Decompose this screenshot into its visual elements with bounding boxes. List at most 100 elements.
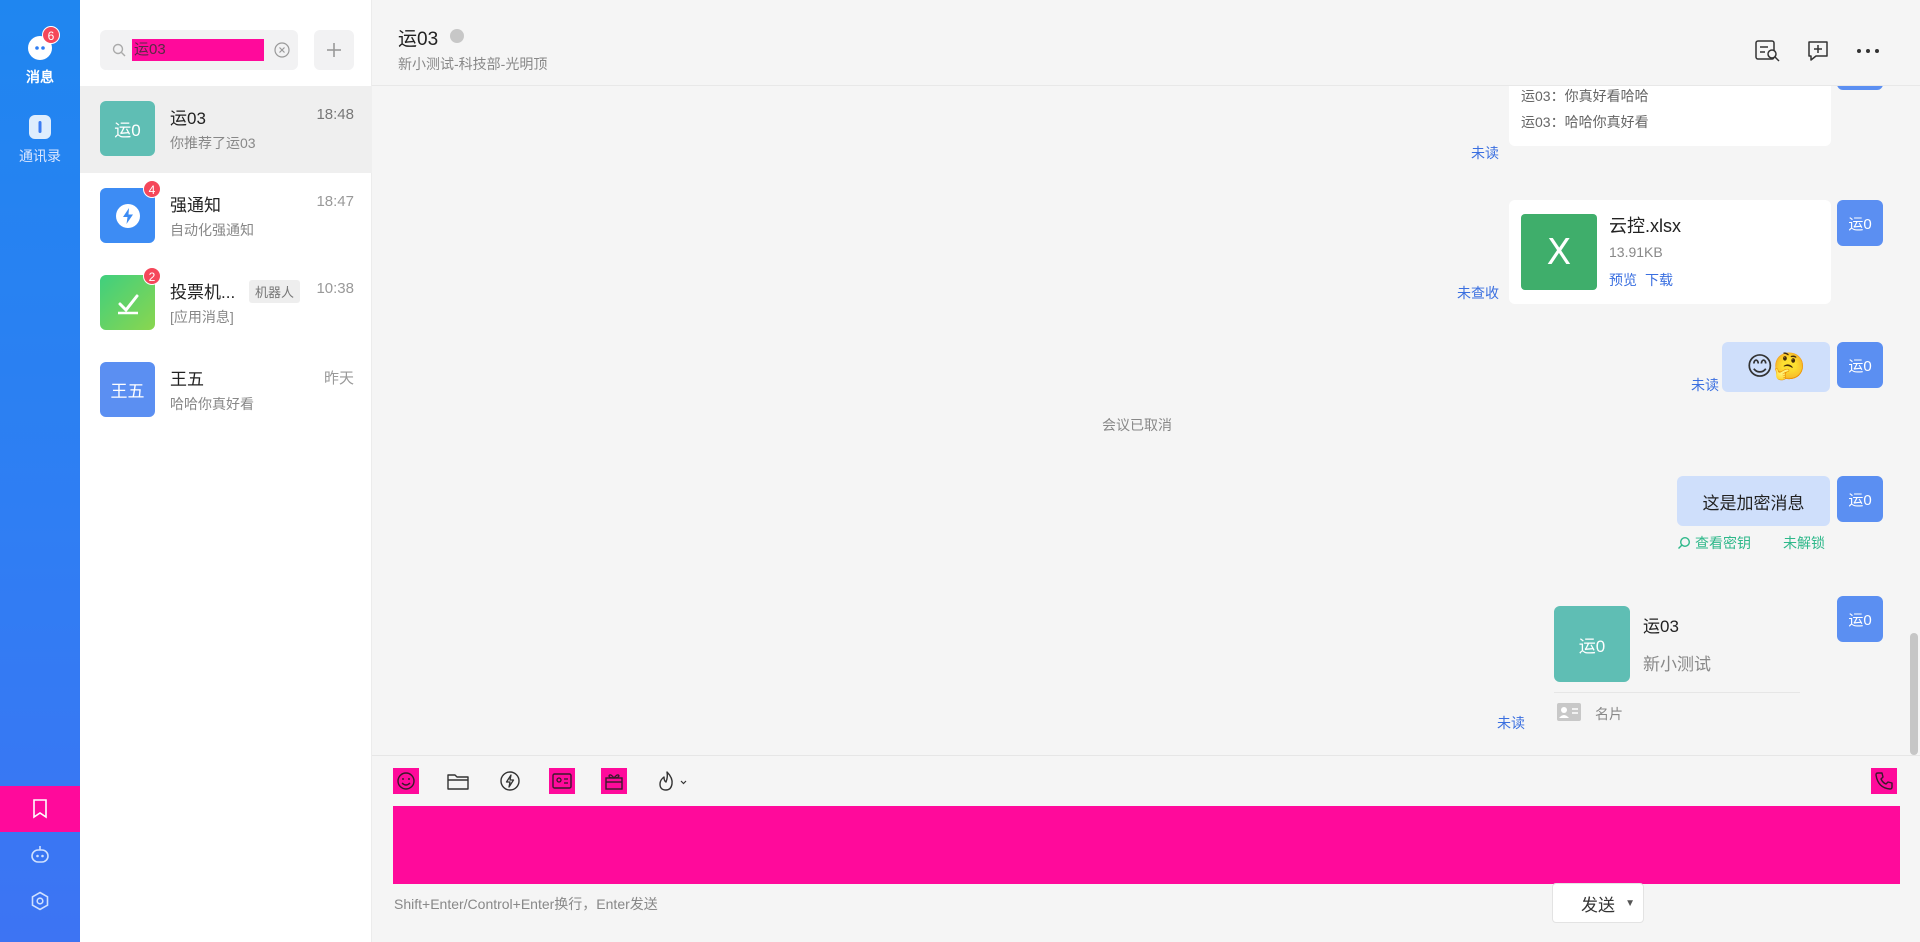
avatar: 王五 (100, 362, 155, 417)
strong-notify-button[interactable] (497, 768, 523, 794)
search-box[interactable]: 运03 (100, 30, 298, 70)
encrypted-bubble[interactable]: 这是加密消息 (1677, 476, 1830, 526)
conversation-item[interactable]: 4 强通知 18:47 自动化强通知 (80, 173, 372, 260)
read-status: 未查收 (1457, 285, 1499, 301)
rail-messages[interactable]: 6 消息 (0, 26, 80, 87)
conversation-name: 强通知 (170, 196, 221, 215)
lightning-bubble-icon (115, 203, 140, 228)
send-hint: Shift+Enter/Control+Enter换行，Enter发送 (394, 896, 658, 912)
my-avatar: 运0 (1837, 342, 1883, 388)
contact-card-button[interactable] (549, 768, 575, 794)
excel-file-icon: X (1521, 214, 1597, 290)
chat-title: 运03 (398, 29, 439, 50)
conversation-item[interactable]: 王五 王五 昨天 哈哈你真好看 (80, 347, 372, 434)
search-icon (112, 43, 126, 57)
rail-messages-badge: 6 (42, 26, 60, 44)
bookmark-icon (33, 799, 47, 819)
conversation-preview: 哈哈你真好看 (170, 396, 254, 412)
card-name: 运03 (1643, 617, 1679, 636)
chat-header: 运03 新小测试-科技部-光明顶 (372, 0, 1920, 86)
rail-messages-label: 消息 (26, 69, 54, 85)
phone-icon (1875, 772, 1893, 790)
conversation-name: 投票机... (170, 283, 236, 302)
avatar: 运0 (1554, 606, 1630, 682)
settings-button[interactable] (0, 878, 80, 924)
conversation-time: 昨天 (323, 370, 354, 387)
status-indicator (450, 29, 464, 43)
add-button[interactable] (314, 30, 354, 70)
emoji-icon (397, 772, 415, 790)
composer: Shift+Enter/Control+Enter换行，Enter发送 发送 ▼ (372, 755, 1920, 942)
conversation-item[interactable]: 运0 运03 18:48 你推荐了运03 (80, 86, 372, 173)
file-bubble[interactable]: X 云控.xlsx 13.91KB 预览 下载 (1509, 200, 1831, 304)
folder-button[interactable] (445, 768, 471, 794)
folder-icon (447, 774, 469, 790)
add-chat-button[interactable] (1803, 36, 1833, 66)
conversation-name: 王五 (170, 370, 204, 389)
file-name: 云控.xlsx (1609, 216, 1681, 236)
vote-icon (117, 294, 138, 314)
divider (1554, 692, 1800, 693)
bookmark-button[interactable] (0, 786, 80, 832)
search-input[interactable]: 运03 (132, 39, 264, 61)
chat-subtitle: 新小测试-科技部-光明顶 (398, 56, 548, 72)
view-key-link[interactable]: 查看密钥 (1695, 533, 1751, 553)
quote-line: 运03：你真好看哈哈 (1521, 88, 1649, 104)
conversation-item[interactable]: 2 投票机... 机器人 10:38 [应用消息] (80, 260, 372, 347)
settings-icon (31, 891, 49, 911)
unread-badge: 2 (143, 267, 161, 285)
send-button[interactable]: 发送 ▼ (1552, 883, 1644, 923)
avatar: 运0 (100, 101, 155, 156)
quote-bubble[interactable]: 运03：你真好看哈哈 运03：哈哈你真好看 (1509, 86, 1831, 146)
system-note: 会议已取消 (1102, 417, 1172, 433)
search-history-button[interactable] (1753, 36, 1783, 66)
add-chat-icon (1808, 41, 1828, 61)
my-avatar: 运0 (1837, 476, 1883, 522)
message-input[interactable] (393, 806, 1900, 884)
contact-card-icon (1557, 703, 1581, 721)
conversation-preview: [应用消息] (170, 309, 234, 325)
search-history-icon (1755, 40, 1780, 62)
contacts-icon (29, 115, 51, 139)
file-size: 13.91KB (1609, 244, 1663, 260)
read-status: 未读 (1691, 377, 1719, 393)
download-link[interactable]: 下载 (1645, 270, 1673, 290)
gift-button[interactable] (601, 768, 627, 794)
clear-icon[interactable] (274, 42, 290, 58)
send-label: 发送 (1581, 895, 1615, 915)
my-avatar: 运0 (1837, 596, 1883, 642)
quote-line: 运03：哈哈你真好看 (1521, 114, 1649, 130)
my-avatar: 运0 (1837, 200, 1883, 246)
emoji-bubble[interactable]: 😊🤔 (1722, 342, 1830, 392)
call-button[interactable] (1871, 768, 1897, 794)
more-icon (1857, 49, 1879, 53)
left-rail: 6 消息 通讯录 (0, 0, 80, 942)
flame-icon (659, 771, 687, 791)
conversation-time: 10:38 (316, 280, 354, 297)
contact-card[interactable]: 运0 运03 新小测试 名片 (1554, 606, 1830, 746)
rail-contacts-label: 通讯录 (19, 148, 61, 164)
preview-link[interactable]: 预览 (1609, 270, 1637, 290)
emoji-button[interactable] (393, 768, 419, 794)
robot-icon (31, 846, 49, 863)
robot-tag: 机器人 (249, 280, 301, 303)
search-icon (1678, 536, 1691, 549)
conversation-name: 运03 (170, 109, 206, 128)
scrollbar[interactable] (1910, 633, 1918, 755)
conversation-time: 18:47 (316, 193, 354, 210)
burn-after-read-button[interactable] (653, 768, 693, 794)
read-status: 未读 (1497, 715, 1525, 731)
rail-contacts[interactable]: 通讯录 (0, 115, 80, 166)
conversation-preview: 你推荐了运03 (170, 135, 256, 151)
view-key-button[interactable]: 查看密钥 (1677, 533, 1751, 553)
conversation-time: 18:48 (316, 106, 354, 123)
my-avatar: 运0 (1837, 86, 1883, 90)
more-button[interactable] (1853, 36, 1883, 66)
conversation-preview: 自动化强通知 (170, 222, 254, 238)
plus-icon (327, 43, 341, 57)
robot-button[interactable] (0, 832, 80, 878)
contact-card-icon (552, 773, 572, 789)
card-org: 新小测试 (1643, 655, 1711, 674)
gift-icon (605, 774, 623, 790)
chevron-down-icon[interactable]: ▼ (1625, 898, 1635, 909)
